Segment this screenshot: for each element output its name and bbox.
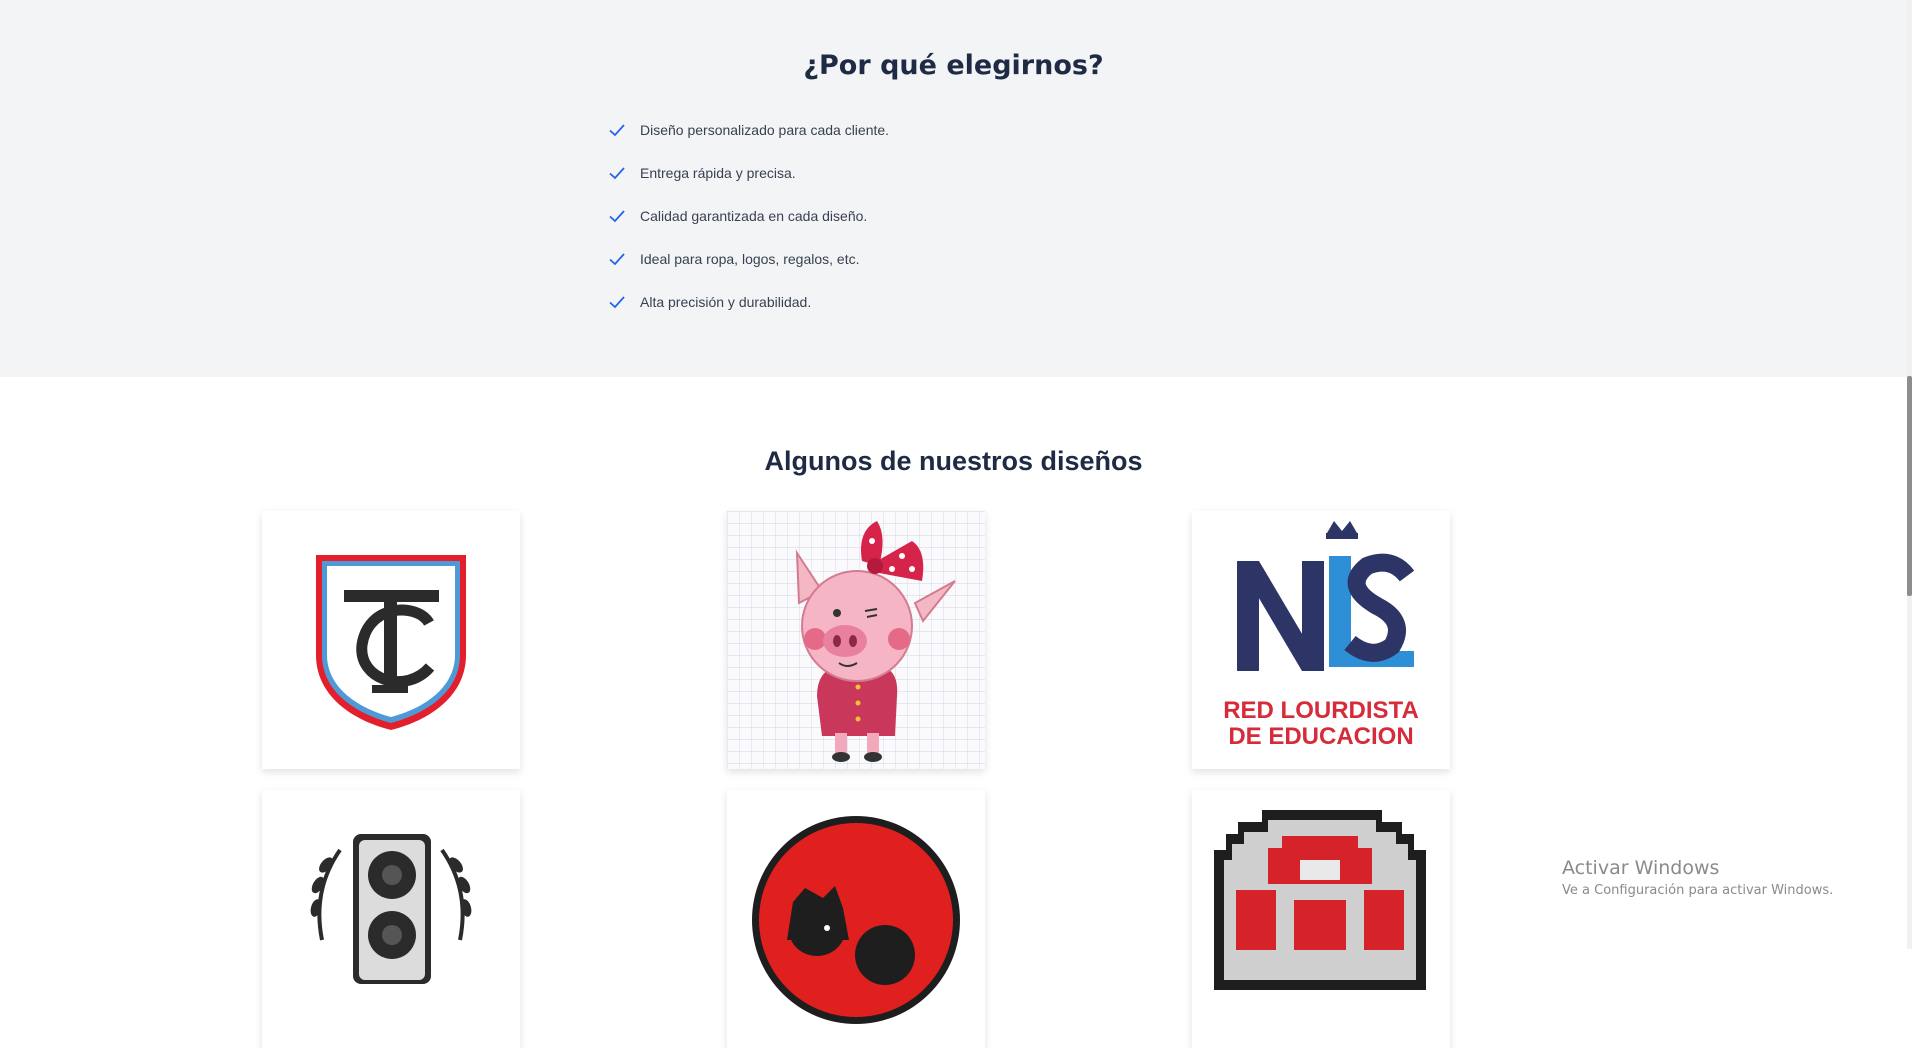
scrollbar-thumb[interactable] (1907, 376, 1912, 596)
check-icon (609, 166, 625, 179)
windows-activation-watermark: Activar Windows Ve a Configuración para … (1562, 857, 1833, 898)
pixel-mushroom-patch (1214, 810, 1426, 990)
benefit-text: Alta precisión y durabilidad. (640, 293, 812, 310)
check-icon (609, 252, 625, 265)
check-icon (609, 295, 625, 308)
designs-gallery-title: Algunos de nuestros diseños (764, 446, 1143, 476)
nls-logo-line1: RED LOURDISTA (1223, 697, 1419, 724)
why-choose-us-title: ¿Por qué elegirnos? (803, 50, 1104, 81)
watermark-subtitle: Ve a Configuración para activar Windows. (1562, 883, 1834, 898)
list-item: Ideal para ropa, logos, regalos, etc. (608, 237, 889, 280)
benefit-text: Calidad garantizada en cada diseño. (640, 207, 868, 224)
tc-shield-emblem (316, 555, 466, 730)
vertical-scrollbar[interactable] (1907, 0, 1912, 949)
design-card-nls[interactable]: RED LOURDISTA DE EDUCACION (1192, 511, 1450, 769)
pig-with-bow-embroidery (727, 511, 985, 769)
watermark-title: Activar Windows (1562, 857, 1720, 879)
design-card-tc-shield[interactable] (262, 511, 520, 769)
design-card-red-patch[interactable] (727, 790, 985, 1048)
design-card-speaker[interactable] (262, 790, 520, 1048)
check-icon (609, 209, 625, 222)
nls-logo: RED LOURDISTA DE EDUCACION (1223, 521, 1419, 750)
nls-logo-line2: DE EDUCACION (1228, 723, 1413, 750)
benefit-text: Entrega rápida y precisa. (640, 164, 796, 181)
check-icon (609, 123, 625, 136)
design-card-mushroom[interactable] (1192, 790, 1450, 1048)
list-item: Calidad garantizada en cada diseño. (608, 194, 889, 237)
why-choose-us-section: ¿Por qué elegirnos? Diseño personalizado… (0, 0, 1907, 377)
list-item: Diseño personalizado para cada cliente. (608, 108, 889, 151)
benefit-text: Diseño personalizado para cada cliente. (640, 121, 890, 138)
speaker-laurel-emblem (310, 834, 472, 984)
benefit-text: Ideal para ropa, logos, regalos, etc. (640, 250, 860, 267)
design-card-pig[interactable] (727, 511, 985, 769)
list-item: Alta precisión y durabilidad. (608, 280, 889, 323)
benefits-list: Diseño personalizado para cada cliente. … (608, 108, 889, 323)
red-circle-character-patch (752, 816, 960, 1024)
list-item: Entrega rápida y precisa. (608, 151, 889, 194)
